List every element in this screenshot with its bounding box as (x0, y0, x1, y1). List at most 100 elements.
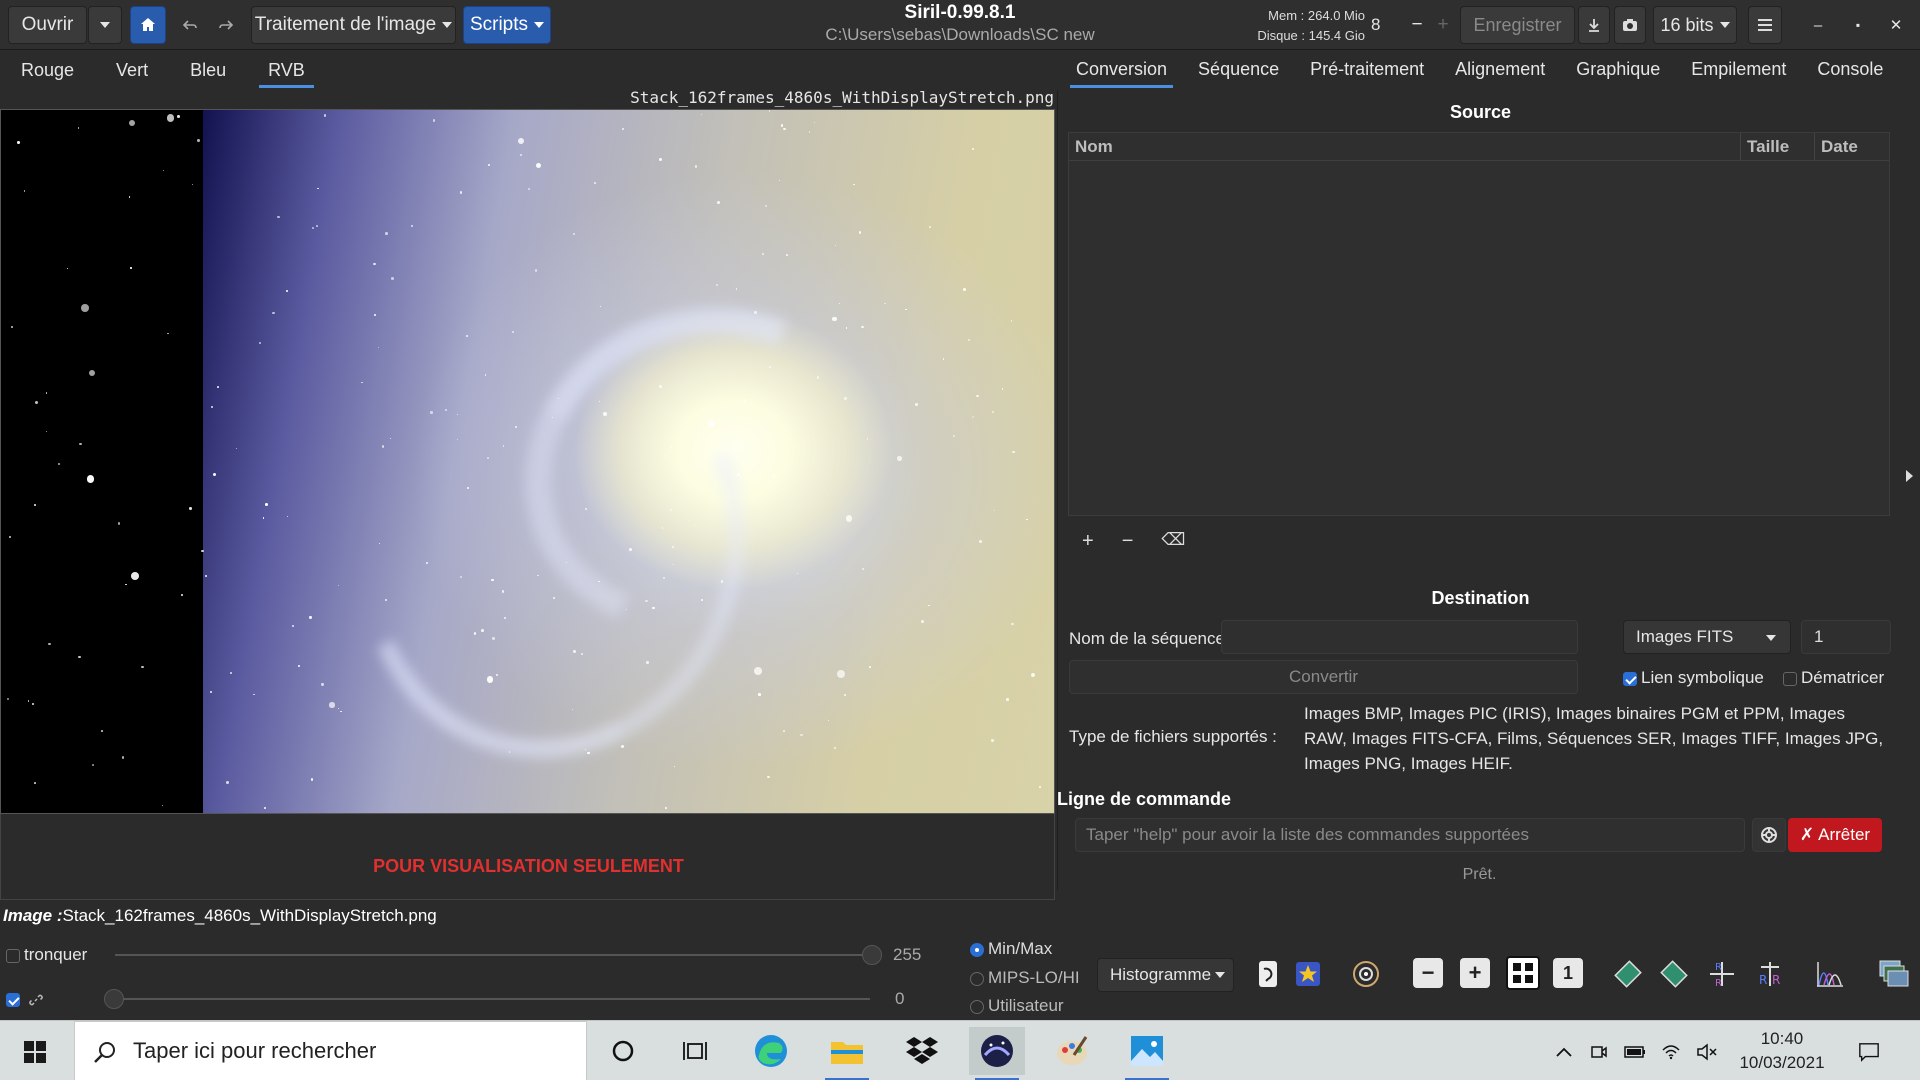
column-size[interactable]: Taille (1741, 133, 1815, 160)
tab-conversion[interactable]: Conversion (1062, 52, 1181, 88)
dropbox-icon[interactable] (894, 1027, 950, 1075)
panel-collapse-icon[interactable] (1906, 470, 1913, 482)
system-clock[interactable]: 10:40 10/03/2021 (1732, 1027, 1832, 1075)
windows-start-icon[interactable] (24, 1041, 46, 1063)
low-slider-track[interactable] (115, 998, 870, 1000)
siril-icon (981, 1035, 1013, 1067)
zoom-100-button[interactable]: 1 (1553, 958, 1583, 988)
star-dot (66, 268, 69, 270)
open-button[interactable]: Ouvrir (8, 6, 87, 44)
home-button[interactable] (130, 6, 166, 44)
tab-green[interactable]: Vert (95, 52, 169, 88)
rotate-right-button[interactable] (1656, 956, 1692, 992)
save-as-button[interactable] (1578, 6, 1610, 44)
tab-plot[interactable]: Graphique (1562, 52, 1674, 88)
radio-mips[interactable]: MIPS-LO/HI (970, 968, 1080, 988)
color-saturation-button[interactable] (1250, 956, 1286, 992)
meet-now-icon[interactable] (1588, 1041, 1610, 1063)
mirror-x-button[interactable]: RR (1704, 956, 1740, 992)
snapshot-button[interactable] (1614, 6, 1646, 44)
clip-checkbox[interactable]: tronquer (6, 945, 87, 965)
link-checkbox[interactable] (6, 989, 43, 1009)
notifications-icon[interactable] (1858, 1041, 1880, 1063)
tab-preprocessing[interactable]: Pré-traitement (1296, 52, 1438, 88)
layers-button[interactable] (1876, 956, 1912, 992)
maximize-button[interactable]: ▪ (1840, 6, 1876, 44)
tab-blue[interactable]: Bleu (169, 52, 247, 88)
close-button[interactable]: ✕ (1878, 6, 1914, 44)
image-processing-menu[interactable]: Traitement de l'image (251, 6, 456, 44)
stop-button[interactable]: ✗ Arrêter (1788, 818, 1882, 852)
recent-files-dropdown[interactable] (88, 6, 122, 44)
volume-muted-icon[interactable] (1696, 1041, 1718, 1063)
clip-check-icon (6, 948, 20, 963)
layers-icon (1879, 960, 1909, 987)
task-view-icon[interactable] (667, 1027, 723, 1075)
paint-app-icon[interactable] (1044, 1027, 1100, 1075)
source-file-list[interactable]: Nom Taille Date (1068, 132, 1890, 516)
radio-user[interactable]: Utilisateur (970, 996, 1064, 1016)
wifi-icon[interactable] (1660, 1041, 1682, 1063)
photometry-button[interactable] (1348, 956, 1384, 992)
taskbar-search-input[interactable]: Taper ici pour rechercher (74, 1021, 587, 1080)
star-dot (1005, 698, 1009, 701)
star-dot (501, 590, 505, 593)
bitdepth-menu[interactable]: 16 bits (1653, 6, 1737, 44)
clear-list-button[interactable]: ⌫ (1161, 530, 1185, 553)
edge-browser-icon[interactable] (743, 1027, 799, 1075)
high-slider-handle[interactable] (862, 945, 882, 965)
tab-console[interactable]: Console (1803, 52, 1897, 88)
minimize-button[interactable]: – (1800, 6, 1836, 44)
histogram-button[interactable] (1812, 956, 1848, 992)
save-button[interactable]: Enregistrer (1460, 6, 1575, 44)
symlink-checkbox[interactable]: Lien symbolique (1623, 668, 1764, 688)
debayer-checkbox[interactable]: Dématricer (1783, 668, 1884, 688)
column-date[interactable]: Date (1815, 133, 1889, 160)
stop-label: Arrêter (1818, 825, 1871, 844)
photos-app-icon[interactable] (1119, 1027, 1175, 1080)
rotate-left-button[interactable] (1610, 956, 1646, 992)
zoom-in-button[interactable]: + (1460, 958, 1490, 988)
cortana-icon[interactable] (595, 1027, 651, 1075)
file-explorer-icon[interactable] (819, 1027, 875, 1080)
image-name: Stack_162frames_4860s_WithDisplayStretch… (62, 906, 437, 925)
zoom-fit-button[interactable] (1506, 956, 1540, 990)
image-viewport[interactable] (0, 109, 1055, 814)
output-type-select[interactable]: Images FITS (1623, 620, 1791, 654)
annotate-button[interactable] (1290, 956, 1326, 992)
redo-button[interactable] (210, 6, 242, 44)
tab-sequence[interactable]: Séquence (1184, 52, 1293, 88)
tab-registration[interactable]: Alignement (1441, 52, 1559, 88)
threads-spinner[interactable]: 8 (1370, 6, 1400, 44)
column-name[interactable]: Nom (1069, 133, 1741, 160)
siril-app-icon[interactable] (969, 1027, 1025, 1080)
mirror-y-button[interactable]: RR (1752, 956, 1788, 992)
tab-red[interactable]: Rouge (0, 52, 95, 88)
low-slider-handle[interactable] (104, 989, 124, 1009)
star-dot (662, 577, 665, 580)
zoom-out-button[interactable]: − (1413, 958, 1443, 988)
display-mode-select[interactable]: Histogramme (1097, 958, 1234, 992)
add-files-button[interactable]: + (1082, 530, 1094, 553)
convert-button[interactable]: Convertir (1069, 660, 1578, 694)
radio-minmax[interactable]: Min/Max (970, 939, 1052, 959)
command-input[interactable]: Taper "help" pour avoir la liste des com… (1075, 818, 1745, 852)
remove-file-button[interactable]: − (1122, 530, 1134, 553)
command-help-button[interactable] (1752, 818, 1786, 852)
scripts-menu[interactable]: Scripts (463, 6, 551, 44)
tab-stacking[interactable]: Empilement (1677, 52, 1800, 88)
histogram-icon (1817, 962, 1843, 987)
debayer-label: Dématricer (1801, 668, 1885, 687)
main-menu-button[interactable] (1748, 6, 1782, 44)
tab-rgb[interactable]: RVB (247, 52, 326, 88)
star-dot (573, 650, 576, 653)
high-slider-track[interactable] (115, 954, 870, 956)
battery-icon[interactable] (1624, 1041, 1646, 1063)
tray-overflow-icon[interactable] (1553, 1041, 1575, 1063)
preview-notice: POUR VISUALISATION SEULEMENT (373, 856, 684, 876)
start-index-input[interactable]: 1 (1801, 620, 1891, 654)
undo-button[interactable] (174, 6, 206, 44)
sequence-name-input[interactable] (1221, 620, 1578, 654)
star-dot (31, 703, 34, 705)
threads-increment-button[interactable]: + (1428, 6, 1458, 44)
